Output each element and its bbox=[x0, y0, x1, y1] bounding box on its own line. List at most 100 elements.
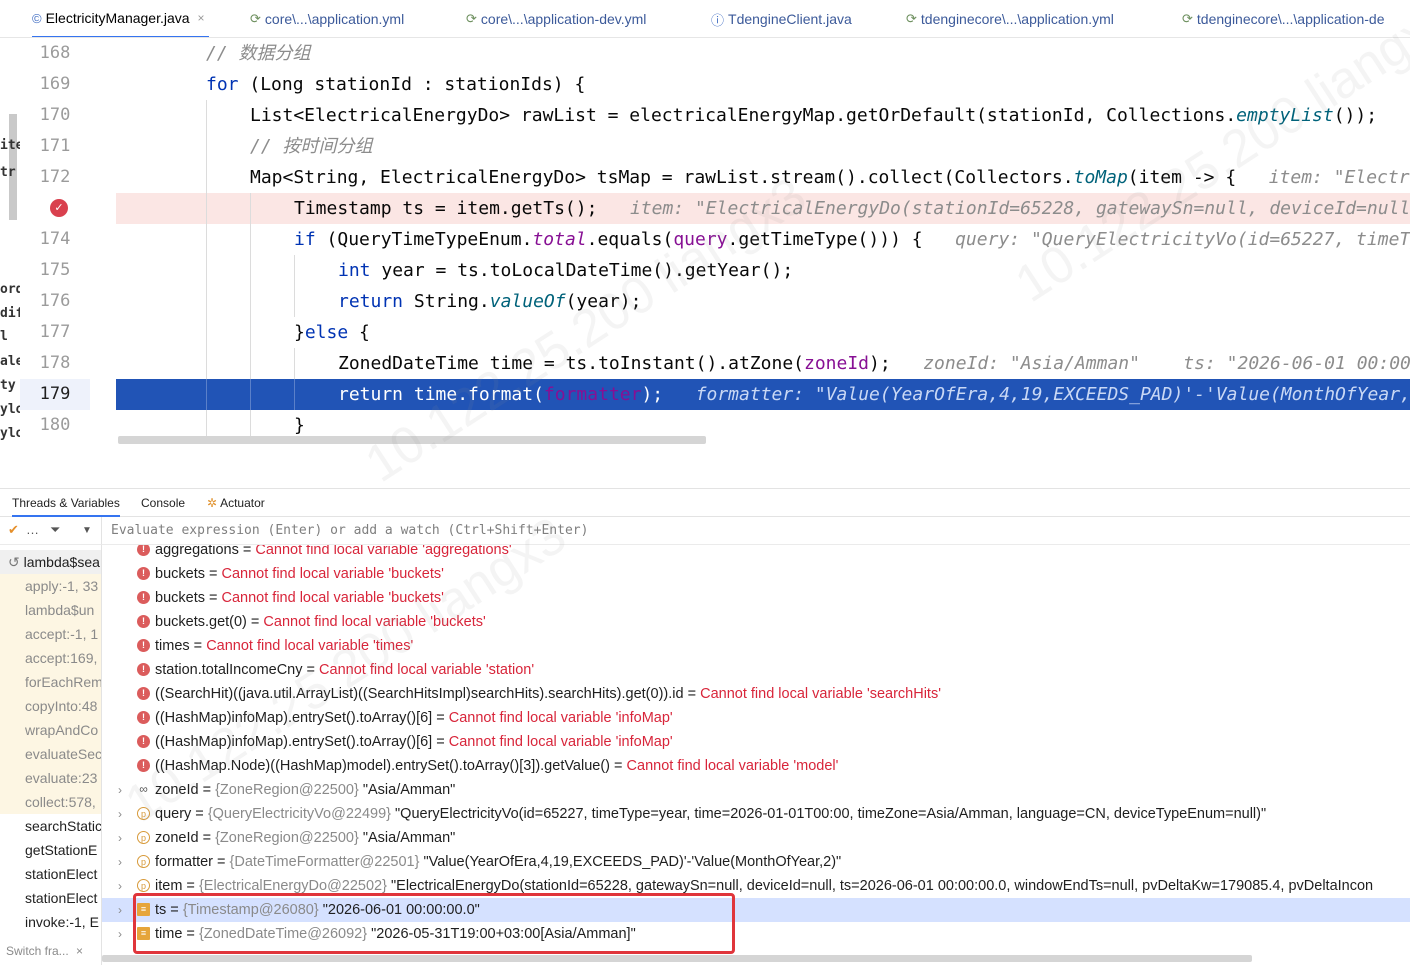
indent-guide bbox=[250, 286, 251, 317]
code-text: List<ElectricalEnergyDo> rawList = elect… bbox=[250, 105, 1378, 126]
stack-frame-label: stationElect bbox=[25, 866, 98, 882]
variable-type: {QueryElectricityVo@22499} bbox=[207, 806, 391, 822]
editor-tab[interactable]: ⟳ core\...\application.yml bbox=[250, 0, 404, 37]
yaml-icon: ⟳ bbox=[250, 11, 261, 26]
code-line[interactable]: if (QueryTimeTypeEnum.total.equals(query… bbox=[116, 224, 1410, 255]
editor-tab[interactable]: ⟳ tdenginecore\...\application.yml bbox=[906, 0, 1114, 37]
stack-frame-label: getStationE bbox=[25, 842, 98, 858]
variable-row[interactable]: ! buckets = Cannot find local variable 'b… bbox=[102, 586, 1410, 610]
stack-frame[interactable]: copyInto:48 bbox=[0, 694, 101, 718]
error-icon: ! bbox=[137, 735, 150, 748]
tab-console[interactable]: Console bbox=[141, 489, 185, 517]
highlight-annotation-box bbox=[133, 893, 735, 954]
indent-guide bbox=[206, 193, 207, 224]
chevron-right-icon[interactable]: › bbox=[118, 826, 122, 850]
indent-guide bbox=[294, 348, 295, 379]
variable-row[interactable]: ! buckets = Cannot find local variable 'b… bbox=[102, 562, 1410, 586]
code-line[interactable]: Map<String, ElectricalEnergyDo> tsMap = … bbox=[116, 162, 1410, 193]
variables-horizontal-scrollbar[interactable] bbox=[102, 955, 1252, 962]
filter-icon[interactable]: ⏷ bbox=[50, 522, 60, 538]
code-line[interactable]: // 数据分组 bbox=[116, 38, 1410, 69]
editor-tab[interactable]: ⟳ tdenginecore\...\application-de bbox=[1182, 0, 1384, 37]
variable-text: ((HashMap)infoMap).entrySet().toArray()[… bbox=[155, 734, 673, 750]
stack-frame[interactable]: stationElect bbox=[0, 886, 101, 910]
code-line[interactable]: for (Long stationId : stationIds) { bbox=[116, 69, 1410, 100]
tab-threads-variables[interactable]: Threads & Variables bbox=[12, 489, 120, 517]
variable-name: buckets bbox=[155, 566, 205, 582]
code-line[interactable]: return String.valueOf(year); bbox=[116, 286, 1410, 317]
variable-row[interactable]: ! ((HashMap)infoMap).entrySet().toArray()… bbox=[102, 706, 1410, 730]
editor-horizontal-scrollbar[interactable] bbox=[118, 436, 706, 444]
breakpoint-icon[interactable]: ✓ bbox=[50, 199, 68, 217]
evaluate-expression-input[interactable]: Evaluate expression (Enter) or add a wat… bbox=[102, 517, 1410, 545]
stack-frame[interactable]: evaluate:23 bbox=[0, 766, 101, 790]
error-icon: ! bbox=[137, 591, 150, 604]
chevron-right-icon[interactable]: › bbox=[118, 922, 122, 946]
variable-row[interactable]: ! ((SearchHit)((java.util.ArrayList)((Sea… bbox=[102, 682, 1410, 706]
variable-row[interactable]: ! ((HashMap)infoMap).entrySet().toArray()… bbox=[102, 730, 1410, 754]
line-number: 179 bbox=[20, 379, 90, 410]
variable-row[interactable]: ! buckets.get(0) = Cannot find local vari… bbox=[102, 610, 1410, 634]
stack-frame[interactable]: searchStatic bbox=[0, 814, 101, 838]
chevron-right-icon[interactable]: › bbox=[118, 802, 122, 826]
editor-tab-label: core\...\application-dev.yml bbox=[480, 11, 647, 27]
execution-point-line[interactable]: return time.format(formatter); formatter… bbox=[116, 379, 1410, 410]
stack-frame[interactable]: ↺ lambda$sea bbox=[0, 550, 101, 574]
stack-frame[interactable]: getStationE bbox=[0, 838, 101, 862]
stack-frame[interactable]: invoke:-1, E bbox=[0, 910, 101, 934]
chevron-right-icon[interactable]: › bbox=[118, 898, 122, 922]
line-number: 170 bbox=[39, 105, 71, 125]
variable-type: {ZoneRegion@22500} bbox=[215, 782, 359, 798]
stack-frame[interactable]: stationElect bbox=[0, 862, 101, 886]
stack-frame[interactable]: accept:169, bbox=[0, 646, 101, 670]
variable-row[interactable]: › ∞ zoneId = {ZoneRegion@22500} "Asia/Amma… bbox=[102, 778, 1410, 802]
code-line[interactable]: int year = ts.toLocalDateTime().getYear(… bbox=[116, 255, 1410, 286]
variable-name: buckets bbox=[155, 590, 205, 606]
code-line[interactable]: List<ElectricalEnergyDo> rawList = elect… bbox=[116, 100, 1410, 131]
switch-frames-hint[interactable]: Switch fra... × bbox=[0, 940, 102, 965]
stack-frame[interactable]: wrapAndCo bbox=[0, 718, 101, 742]
stack-frame[interactable]: lambda$un bbox=[0, 598, 101, 622]
stack-frame[interactable]: collect:578, bbox=[0, 790, 101, 814]
stack-frame[interactable]: accept:-1, 1 bbox=[0, 622, 101, 646]
editor-tab[interactable]: ⟳ core\...\application-dev.yml bbox=[466, 0, 647, 37]
stack-frame-label: copyInto:48 bbox=[25, 698, 98, 714]
stack-frame-label: forEachRem bbox=[25, 674, 102, 690]
error-icon: ! bbox=[137, 615, 150, 628]
code-line[interactable]: ZonedDateTime time = ts.toInstant().atZo… bbox=[116, 348, 1410, 379]
variable-row[interactable]: › p zoneId = {ZoneRegion@22500} "Asia/Amma… bbox=[102, 826, 1410, 850]
variable-row[interactable]: › p query = {QueryElectricityVo@22499} "Qu… bbox=[102, 802, 1410, 826]
stack-frame[interactable]: apply:-1, 33 bbox=[0, 574, 101, 598]
variable-row[interactable]: › p formatter = {DateTimeFormatter@22501} … bbox=[102, 850, 1410, 874]
close-icon[interactable]: × bbox=[198, 11, 205, 25]
more-icon[interactable]: … bbox=[26, 522, 39, 537]
error-icon: ! bbox=[137, 711, 150, 724]
chevron-right-icon[interactable]: › bbox=[118, 850, 122, 874]
chevron-right-icon[interactable]: › bbox=[118, 874, 122, 898]
project-panel-edge: ite tr ord dif l ale ty ylo ylo bbox=[0, 38, 20, 450]
code-line[interactable]: Timestamp ts = item.getTs(); item: "Elec… bbox=[116, 193, 1410, 224]
editor-tab[interactable]: ⓘ TdengineClient.java bbox=[711, 0, 852, 37]
stack-frame[interactable]: forEachRem bbox=[0, 670, 102, 694]
close-icon[interactable]: × bbox=[76, 944, 83, 958]
code-line[interactable]: }else { bbox=[116, 317, 1410, 348]
variable-row[interactable]: ! station.totalIncomeCny = Cannot find lo… bbox=[102, 658, 1410, 682]
code-editor[interactable]: // 数据分组 for (Long stationId : stationIds)… bbox=[116, 38, 1410, 450]
variable-name: ((HashMap)infoMap).entrySet().toArray()[… bbox=[155, 734, 433, 750]
tab-actuator[interactable]: ✲ Actuator bbox=[207, 489, 265, 517]
line-number: 180 bbox=[39, 415, 71, 435]
variable-row[interactable]: ! times = Cannot find local variable 'tim… bbox=[102, 634, 1410, 658]
variable-name: zoneId bbox=[155, 830, 199, 846]
variable-row[interactable]: ! aggregations = Cannot find local variab… bbox=[102, 545, 1410, 562]
chevron-down-icon[interactable]: ▼ bbox=[82, 525, 92, 536]
java-class-icon: © bbox=[32, 10, 42, 26]
code-line[interactable]: // 按时间分组 bbox=[116, 131, 1410, 162]
indent-guide bbox=[250, 193, 251, 224]
editor-tab-label: ElectricityManager.java bbox=[45, 10, 190, 26]
variable-row[interactable]: ! ((HashMap.Node)((HashMap)model).entrySe… bbox=[102, 754, 1410, 778]
chevron-right-icon[interactable]: › bbox=[118, 778, 122, 802]
checkmark-icon[interactable]: ✔ bbox=[8, 522, 19, 538]
stack-frame[interactable]: evaluateSec bbox=[0, 742, 102, 766]
editor-tab[interactable]: © ElectricityManager.java × bbox=[32, 0, 209, 37]
stack-frame-label: evaluateSec bbox=[25, 746, 102, 762]
